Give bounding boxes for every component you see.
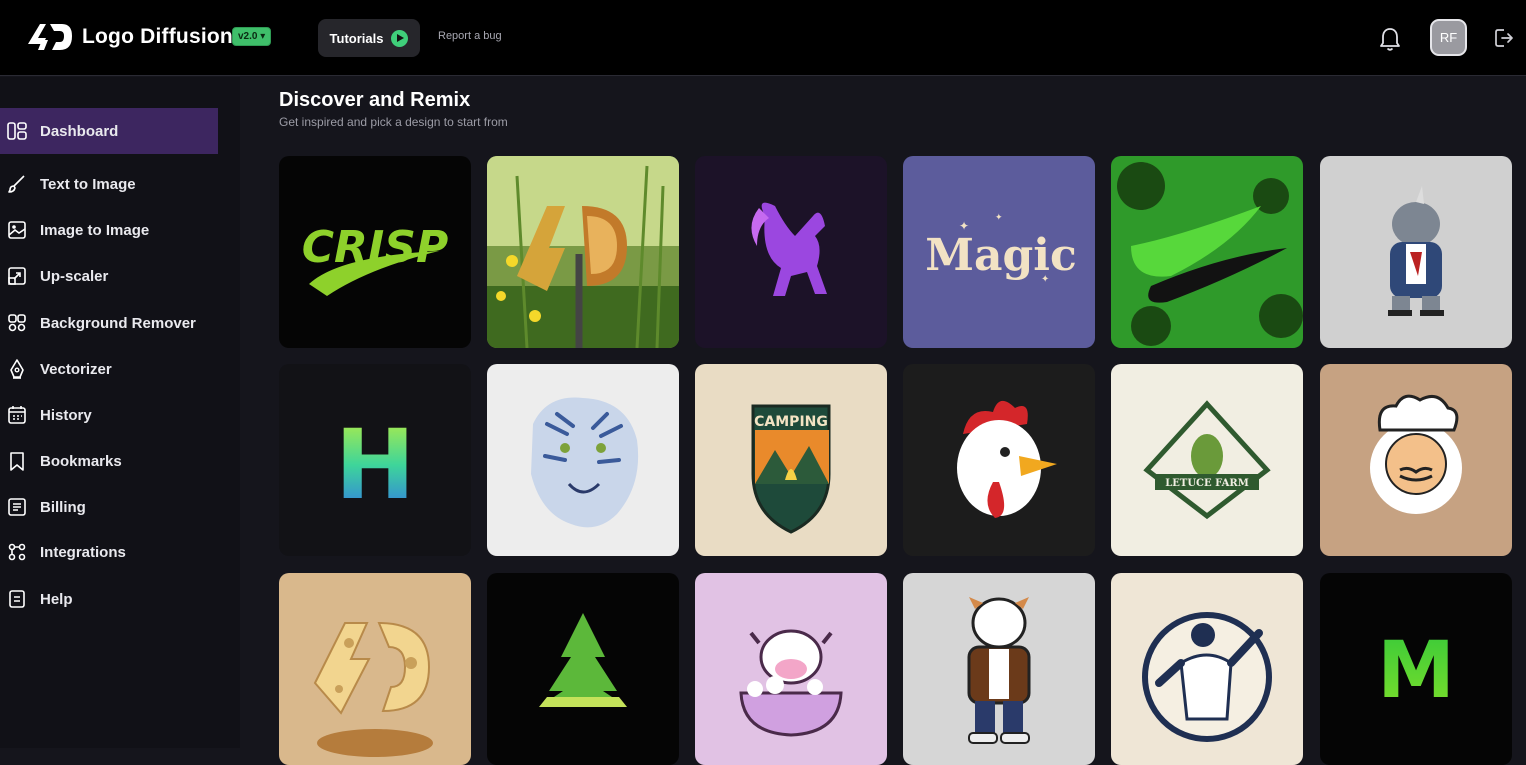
rhino-mascot-image xyxy=(1320,156,1512,348)
sidebar-item-label: Image to Image xyxy=(40,221,150,239)
gallery-tile-slime-swoosh[interactable] xyxy=(1111,156,1303,348)
crisp-wordmark: CRISP xyxy=(302,222,448,273)
tutorials-button[interactable]: Tutorials xyxy=(318,19,420,57)
cow-bath-mascot-image xyxy=(695,573,887,765)
gallery-tile-bulldog[interactable] xyxy=(903,573,1095,765)
camping-badge-image: CAMPING xyxy=(695,364,887,556)
sidebar-item-help[interactable]: Help xyxy=(0,576,218,622)
page-subtitle: Get inspired and pick a design to start … xyxy=(279,115,508,129)
pen-nib-icon xyxy=(10,359,24,379)
gallery-tile-garden-logo[interactable] xyxy=(487,156,679,348)
gallery-tile-baseball[interactable] xyxy=(1111,573,1303,765)
integrations-icon xyxy=(8,543,26,561)
sidebar-item-label: Billing xyxy=(40,498,86,516)
top-bar: Logo Diffusion v2.0 ▾ Tutorials Report a… xyxy=(0,0,1526,76)
sidebar-item-bookmarks[interactable]: Bookmarks xyxy=(0,438,218,484)
sidebar-item-background-remover[interactable]: Background Remover xyxy=(0,300,218,346)
sidebar-item-label: Bookmarks xyxy=(40,452,122,470)
chef-mascot-image xyxy=(1320,364,1512,556)
sidebar-item-dashboard[interactable]: Dashboard xyxy=(0,108,218,154)
sidebar-item-label: History xyxy=(40,406,92,424)
cheese-logo-image xyxy=(279,573,471,765)
magic-logo-image: Magic ✦ ✦ ✦ xyxy=(903,156,1095,348)
h-letter-mark: H xyxy=(335,409,415,521)
sidebar-item-label: Up-scaler xyxy=(40,267,109,285)
h-gradient-logo-image: H xyxy=(279,364,471,556)
gallery-tile-magic[interactable]: Magic ✦ ✦ ✦ xyxy=(903,156,1095,348)
bookmark-icon xyxy=(10,452,24,471)
gallery-tile-cow-bath[interactable] xyxy=(695,573,887,765)
brand-name: Logo Diffusion xyxy=(82,25,233,48)
sidebar-item-label: Background Remover xyxy=(40,314,196,332)
sidebar-item-label: Help xyxy=(40,590,73,608)
svg-text:✦: ✦ xyxy=(995,212,1003,222)
gallery-tile-tiger[interactable] xyxy=(487,364,679,556)
svg-text:✦: ✦ xyxy=(1041,274,1049,285)
version-badge[interactable]: v2.0 ▾ xyxy=(232,27,272,46)
griffin-logo-image xyxy=(695,156,887,348)
page-title: Discover and Remix xyxy=(279,89,471,111)
play-icon xyxy=(391,29,409,47)
gallery-tile-rhino[interactable] xyxy=(1320,156,1512,348)
slime-swoosh-image xyxy=(1111,156,1303,348)
gallery-tile-chef[interactable] xyxy=(1320,364,1512,556)
m-logo-image: M xyxy=(1320,573,1512,765)
gallery-tile-letuce-farm[interactable]: LETUCE FARM xyxy=(1111,364,1303,556)
sidebar-item-label: Vectorizer xyxy=(40,360,112,378)
gallery-tile-h-gradient[interactable]: H xyxy=(279,364,471,556)
gallery-tile-rooster[interactable] xyxy=(903,364,1095,556)
help-doc-icon xyxy=(9,590,25,608)
sidebar-item-label: Integrations xyxy=(40,543,126,561)
pine-tree-logo-image xyxy=(487,573,679,765)
sidebar-item-label: Text to Image xyxy=(40,175,136,193)
upscale-icon xyxy=(8,267,26,285)
user-avatar[interactable]: RF xyxy=(1430,19,1467,56)
sidebar-item-image-to-image[interactable]: Image to Image xyxy=(0,207,218,253)
camping-badge-text: CAMPING xyxy=(754,414,828,430)
letuce-farm-badge-image: LETUCE FARM xyxy=(1111,364,1303,556)
image-icon xyxy=(8,221,26,239)
calendar-icon xyxy=(8,406,26,424)
tutorials-label: Tutorials xyxy=(329,30,384,46)
logo-diffusion-mark-icon xyxy=(28,24,72,50)
baseball-player-badge-image xyxy=(1111,573,1303,765)
gallery-tile-crisp[interactable]: CRISP xyxy=(279,156,471,348)
rooster-mascot-image xyxy=(903,364,1095,556)
sidebar-item-integrations[interactable]: Integrations xyxy=(0,529,218,575)
sidebar-item-label: Dashboard xyxy=(40,122,119,140)
tiger-watercolor-image xyxy=(487,364,679,556)
gallery-tile-griffin[interactable] xyxy=(695,156,887,348)
letuce-farm-badge-text: LETUCE FARM xyxy=(1165,478,1249,489)
bulldog-mascot-image xyxy=(903,573,1095,765)
sidebar: Dashboard Text to Image Image to Image U… xyxy=(0,77,240,748)
brush-icon xyxy=(8,175,25,193)
gallery-tile-cheese-logo[interactable] xyxy=(279,573,471,765)
brand-logo[interactable]: Logo Diffusion xyxy=(26,22,233,52)
sidebar-item-upscaler[interactable]: Up-scaler xyxy=(0,253,218,299)
crisp-logo-image: CRISP xyxy=(279,156,471,348)
garden-logo-image xyxy=(487,156,679,348)
bell-icon[interactable] xyxy=(1378,26,1402,52)
gallery-tile-camping[interactable]: CAMPING xyxy=(695,364,887,556)
sidebar-item-history[interactable]: History xyxy=(0,392,218,438)
report-bug-link[interactable]: Report a bug xyxy=(438,30,502,42)
sidebar-item-vectorizer[interactable]: Vectorizer xyxy=(0,346,218,392)
gallery-tile-m-logo[interactable]: M xyxy=(1320,573,1512,765)
receipt-icon xyxy=(8,498,26,516)
dashboard-icon xyxy=(7,122,27,140)
sidebar-item-text-to-image[interactable]: Text to Image xyxy=(0,161,218,207)
svg-text:✦: ✦ xyxy=(959,219,969,233)
logout-icon[interactable] xyxy=(1494,27,1514,49)
gallery-tile-pine-tree[interactable] xyxy=(487,573,679,765)
magic-wordmark: Magic xyxy=(925,230,1077,281)
scissors-icon xyxy=(8,314,26,332)
m-letter-mark: M xyxy=(1377,626,1455,716)
sidebar-item-billing[interactable]: Billing xyxy=(0,484,218,530)
